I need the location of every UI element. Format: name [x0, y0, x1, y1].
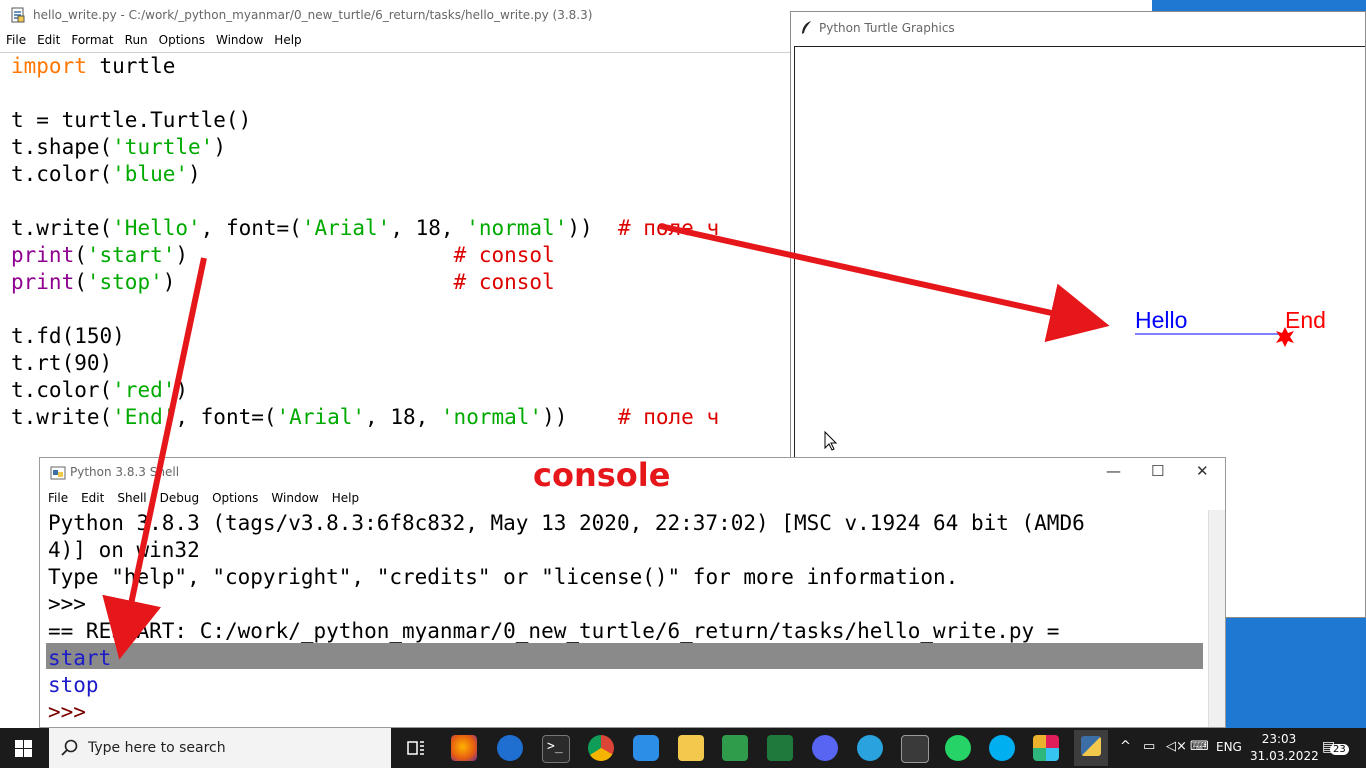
menu-window[interactable]: Window: [263, 489, 323, 505]
code-line: t.color('red'): [11, 378, 189, 402]
chevron-up-icon[interactable]: ^: [1120, 739, 1131, 754]
discord-icon[interactable]: [812, 735, 838, 761]
console-icon[interactable]: [901, 735, 929, 763]
skype-icon[interactable]: [989, 735, 1015, 761]
shell-line: Python 3.8.3 (tags/v3.8.3:6f8c832, May 1…: [48, 511, 1085, 535]
volume-icon[interactable]: ◁×: [1166, 739, 1187, 754]
menu-window[interactable]: Window: [210, 31, 268, 47]
code-line: print('stop') # consol: [11, 270, 555, 294]
python-shell-window: Python 3.8.3 Shell — ☐ ✕ File Edit Shell De…: [39, 457, 1226, 728]
network-icon[interactable]: ▭: [1143, 739, 1155, 754]
python-idle-taskbar-button[interactable]: [1074, 730, 1108, 766]
menu-edit[interactable]: Edit: [73, 489, 109, 505]
chrome-icon[interactable]: [588, 735, 614, 761]
firefox-icon[interactable]: [451, 735, 477, 761]
shell-line: 4)] on win32: [48, 538, 200, 562]
clock[interactable]: 23:03 31.03.2022: [1250, 731, 1319, 765]
code-line: t.write('Hello', font=('Arial', 18, 'nor…: [11, 216, 720, 240]
onedrive-icon[interactable]: [633, 735, 659, 761]
shell-output[interactable]: Python 3.8.3 (tags/v3.8.3:6f8c832, May 1…: [40, 510, 1209, 727]
notification-count-badge: 23: [1330, 744, 1349, 755]
menu-run[interactable]: Run: [119, 31, 153, 47]
language-indicator[interactable]: ENG: [1216, 740, 1242, 754]
shell-restart-line: == RESTART: C:/work/_python_myanmar/0_ne…: [48, 619, 1060, 643]
code-line: t.rt(90): [11, 351, 113, 375]
menu-file[interactable]: File: [0, 31, 31, 47]
edge-icon[interactable]: [497, 735, 523, 761]
menu-help[interactable]: Help: [324, 489, 364, 505]
menu-format[interactable]: Format: [65, 31, 118, 47]
telegram-icon[interactable]: [857, 735, 883, 761]
sheets-icon[interactable]: [722, 735, 748, 761]
taskbar-search-box[interactable]: Type here to search: [49, 728, 391, 768]
menu-help[interactable]: Help: [268, 31, 306, 47]
slack-icon[interactable]: [1033, 735, 1059, 761]
turtle-title: Python Turtle Graphics: [819, 21, 955, 35]
shell-prompt: >>>: [48, 592, 86, 616]
taskbar: Type here to search >_ ^ ▭ ◁× ⌨ ENG 23:0…: [0, 728, 1366, 768]
editor-title: hello_write.py - C:/work/_python_myanmar…: [33, 8, 593, 22]
shell-line: Type "help", "copyright", "credits" or "…: [48, 565, 959, 589]
python-icon: [1081, 736, 1101, 756]
file-explorer-icon[interactable]: [678, 735, 704, 761]
close-button[interactable]: ✕: [1196, 462, 1209, 480]
code-line: t.shape('turtle'): [11, 135, 226, 159]
menu-edit[interactable]: Edit: [31, 31, 65, 47]
code-line: t.write('End', font=('Arial', 18, 'norma…: [11, 405, 720, 429]
code-line: t.fd(150): [11, 324, 125, 348]
search-icon: [61, 739, 78, 756]
code-line: t = turtle.Turtle(): [11, 108, 252, 132]
turtle-titlebar[interactable]: Python Turtle Graphics: [791, 12, 1365, 45]
shell-scrollbar[interactable]: [1208, 510, 1225, 727]
search-placeholder: Type here to search: [88, 740, 226, 756]
notifications-button[interactable]: ▤ 23: [1322, 737, 1349, 759]
python-icon: [50, 466, 66, 480]
clock-date: 31.03.2022: [1250, 749, 1319, 763]
menu-debug[interactable]: Debug: [152, 489, 204, 505]
minimize-button[interactable]: —: [1106, 462, 1121, 480]
feather-icon: [802, 21, 811, 34]
menu-shell[interactable]: Shell: [109, 489, 151, 505]
mouse-cursor-icon: [824, 430, 838, 451]
python-file-icon: [11, 7, 25, 23]
menu-options[interactable]: Options: [204, 489, 263, 505]
turtle-end-text: End: [1285, 307, 1326, 333]
task-view-icon[interactable]: [403, 735, 429, 761]
shell-output-start: start: [48, 646, 112, 670]
code-line: t.color('blue'): [11, 162, 201, 186]
code-line: print('start') # consol: [11, 243, 555, 267]
language-switch-icon[interactable]: ⌨: [1190, 739, 1209, 754]
terminal-icon[interactable]: >_: [542, 735, 570, 763]
console-annotation-label: console: [533, 456, 671, 494]
shell-prompt-current: >>>: [48, 700, 86, 724]
whatsapp-icon[interactable]: [945, 735, 971, 761]
code-line: import turtle: [11, 54, 176, 78]
turtle-hello-text: Hello: [1135, 307, 1188, 333]
clock-time: 23:03: [1261, 732, 1297, 746]
selected-prompt-highlight: [46, 643, 1203, 669]
menu-options[interactable]: Options: [153, 31, 210, 47]
menu-file[interactable]: File: [40, 489, 73, 505]
excel-icon[interactable]: [767, 735, 793, 761]
shell-title: Python 3.8.3 Shell: [70, 465, 180, 479]
maximize-button[interactable]: ☐: [1151, 462, 1164, 480]
start-icon[interactable]: [15, 740, 32, 757]
shell-output-stop: stop: [48, 673, 99, 697]
